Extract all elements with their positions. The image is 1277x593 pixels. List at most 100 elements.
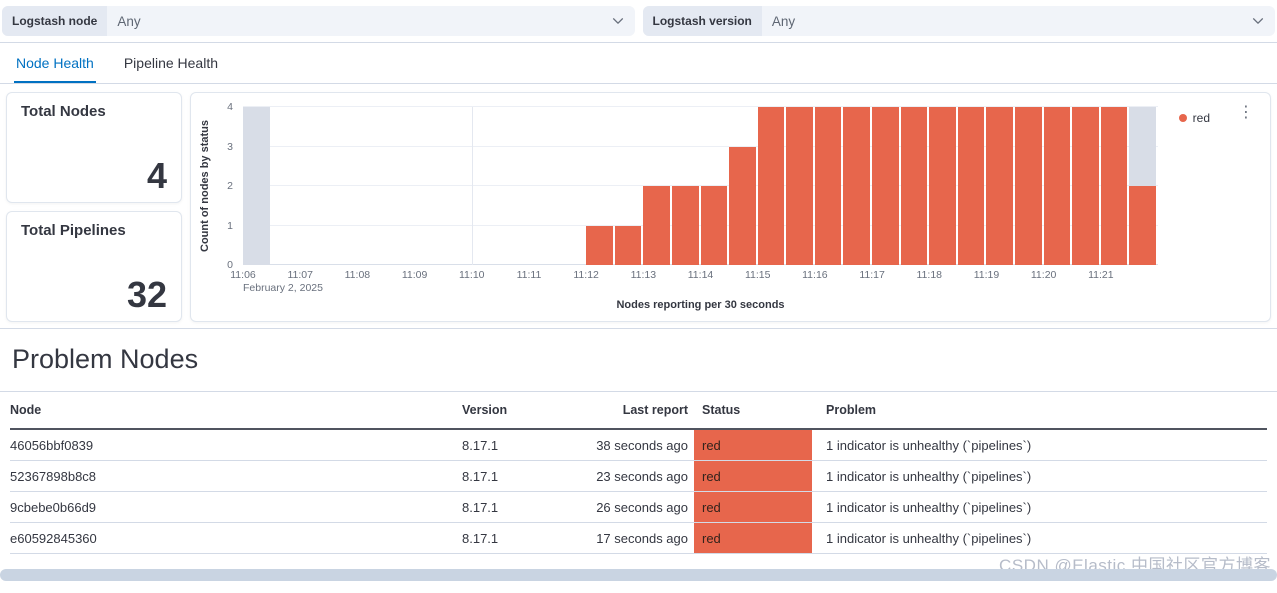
x-tick-label: 11:21 bbox=[1088, 269, 1114, 281]
cell-version: 8.17.1 bbox=[462, 437, 499, 453]
status-badge: red bbox=[694, 461, 812, 491]
x-tick-label: 11:09 bbox=[401, 269, 428, 281]
legend-dot bbox=[1178, 114, 1187, 122]
kebab-menu-icon[interactable]: ⋮ bbox=[1238, 105, 1254, 121]
cell-problem: 1 indicator is unhealthy (`pipelines`) bbox=[826, 530, 1032, 546]
chart-bar bbox=[957, 107, 985, 265]
chart-bar bbox=[1100, 107, 1128, 265]
x-axis-date-label: February 2, 2025 bbox=[243, 282, 323, 294]
stats-column: Total Nodes 4 Total Pipelines 32 bbox=[6, 92, 182, 322]
x-tick-label: 11:17 bbox=[859, 269, 885, 281]
health-tabs: Node Health Pipeline Health bbox=[0, 43, 1277, 84]
x-tick-label: 11:12 bbox=[573, 269, 599, 281]
column-header-problem: Problem bbox=[826, 403, 877, 417]
chart-bar bbox=[786, 107, 813, 265]
cell-status: red bbox=[688, 492, 816, 522]
y-axis-title: Count of nodes by status bbox=[199, 120, 211, 252]
chart-bar bbox=[986, 107, 1014, 265]
x-tick-label: 11:14 bbox=[687, 269, 714, 281]
logstash-node-filter[interactable]: Logstash node Any bbox=[2, 6, 635, 36]
cell-last-report: 17 seconds ago bbox=[596, 530, 688, 546]
cell-status: red bbox=[688, 461, 816, 491]
chart-bar bbox=[900, 107, 928, 265]
x-tick-label: 11:15 bbox=[744, 269, 771, 281]
chart-bar bbox=[1015, 107, 1042, 265]
chart-bar bbox=[586, 225, 613, 265]
logstash-health-dashboard: Logstash node Any Logstash version Any N… bbox=[0, 0, 1277, 593]
chart-bar bbox=[929, 107, 956, 265]
table-header-row: Node Version Last report Status Problem bbox=[10, 392, 1267, 430]
chart-bar bbox=[757, 107, 785, 265]
status-badge: red bbox=[694, 492, 812, 522]
status-badge: red bbox=[694, 523, 812, 553]
chart-bar bbox=[814, 107, 842, 265]
cell-status: red bbox=[688, 523, 816, 553]
cell-version: 8.17.1 bbox=[462, 468, 499, 484]
y-axis-ticks: 01234 bbox=[213, 101, 237, 271]
cell-last-report: 38 seconds ago bbox=[596, 437, 688, 453]
v-gridline bbox=[471, 107, 473, 265]
cell-version: 8.17.1 bbox=[462, 499, 499, 515]
chart-bar bbox=[1072, 107, 1099, 265]
column-header-version: Version bbox=[462, 403, 508, 417]
x-tick-label: 11:18 bbox=[916, 269, 943, 281]
chart-plot bbox=[243, 106, 1158, 265]
cell-last-report: 23 seconds ago bbox=[596, 468, 688, 484]
x-tick-label: 11:11 bbox=[516, 269, 542, 281]
chart-bar bbox=[1129, 186, 1156, 265]
table-body: 46056bbf0839 8.17.1 38 seconds ago red 1 ind… bbox=[10, 430, 1267, 554]
table-row: 46056bbf0839 8.17.1 38 seconds ago red 1 ind… bbox=[10, 430, 1267, 461]
total-nodes-title: Total Nodes bbox=[21, 103, 106, 120]
total-nodes-panel: Total Nodes 4 bbox=[6, 92, 182, 203]
tab-node-health[interactable]: Node Health bbox=[14, 43, 96, 83]
chart-bar bbox=[614, 225, 642, 265]
x-tick-label: 11:20 bbox=[1030, 269, 1057, 281]
table-row: 9cbebe0b66d9 8.17.1 26 seconds ago red 1 ind… bbox=[10, 492, 1267, 523]
chart-bar bbox=[700, 186, 728, 265]
cell-node: e60592845360 bbox=[10, 530, 97, 546]
chart-bar bbox=[1043, 107, 1071, 265]
chart-bar bbox=[643, 186, 670, 265]
horizontal-scrollbar[interactable] bbox=[0, 569, 1277, 581]
x-tick-label: 11:19 bbox=[973, 269, 1000, 281]
chevron-down-icon bbox=[1251, 14, 1275, 28]
cell-last-report: 26 seconds ago bbox=[596, 499, 688, 515]
total-pipelines-value: 32 bbox=[126, 274, 167, 315]
chart-bar bbox=[729, 146, 756, 265]
logstash-version-filter-label: Logstash version bbox=[642, 6, 762, 36]
cell-node: 9cbebe0b66d9 bbox=[10, 499, 97, 515]
cell-problem: 1 indicator is unhealthy (`pipelines`) bbox=[826, 468, 1032, 484]
filter-bar: Logstash node Any Logstash version Any bbox=[0, 0, 1277, 43]
table-row: e60592845360 8.17.1 17 seconds ago red 1 ind… bbox=[10, 523, 1267, 554]
nodes-reporting-chart-panel: red ⋮ Count of nodes by status 01234 11:… bbox=[190, 92, 1271, 322]
page-title: Problem Nodes bbox=[12, 344, 199, 374]
tab-pipeline-health[interactable]: Pipeline Health bbox=[122, 43, 220, 83]
y-tick-label: 3 bbox=[227, 140, 233, 153]
x-tick-label: 11:07 bbox=[287, 269, 313, 281]
problem-nodes-table: Node Version Last report Status Problem 4605… bbox=[0, 392, 1277, 554]
y-tick-label: 1 bbox=[227, 219, 233, 232]
cell-version: 8.17.1 bbox=[462, 530, 499, 546]
chart-bar bbox=[671, 186, 699, 265]
x-axis-title: Nodes reporting per 30 seconds bbox=[616, 299, 785, 311]
x-tick-label: 11:16 bbox=[802, 269, 828, 281]
table-row: 52367898b8c8 8.17.1 23 seconds ago red 1 ind… bbox=[10, 461, 1267, 492]
legend-item-red[interactable]: red bbox=[1178, 111, 1210, 125]
overview-section: Total Nodes 4 Total Pipelines 32 red ⋮ C… bbox=[0, 84, 1277, 328]
logstash-version-filter[interactable]: Logstash version Any bbox=[642, 6, 1275, 36]
cell-status: red bbox=[688, 430, 816, 460]
column-header-node: Node bbox=[10, 403, 42, 417]
x-tick-label: 11:06 bbox=[230, 269, 256, 281]
cell-node: 52367898b8c8 bbox=[10, 468, 97, 484]
x-tick-label: 11:13 bbox=[630, 269, 657, 281]
column-header-last-report: Last report bbox=[622, 403, 688, 417]
status-badge: red bbox=[694, 430, 812, 460]
logstash-version-filter-value: Any bbox=[771, 13, 796, 29]
x-tick-label: 11:08 bbox=[344, 269, 371, 281]
column-header-status: Status bbox=[702, 403, 741, 417]
chart-bar bbox=[843, 107, 871, 265]
x-axis-ticks: 11:06 11:07 11:08 11:09 11:10 11:11 11:12 11:13… bbox=[230, 269, 1158, 282]
legend-label: red bbox=[1192, 111, 1210, 125]
total-pipelines-panel: Total Pipelines 32 bbox=[6, 211, 182, 322]
total-pipelines-title: Total Pipelines bbox=[21, 222, 126, 239]
